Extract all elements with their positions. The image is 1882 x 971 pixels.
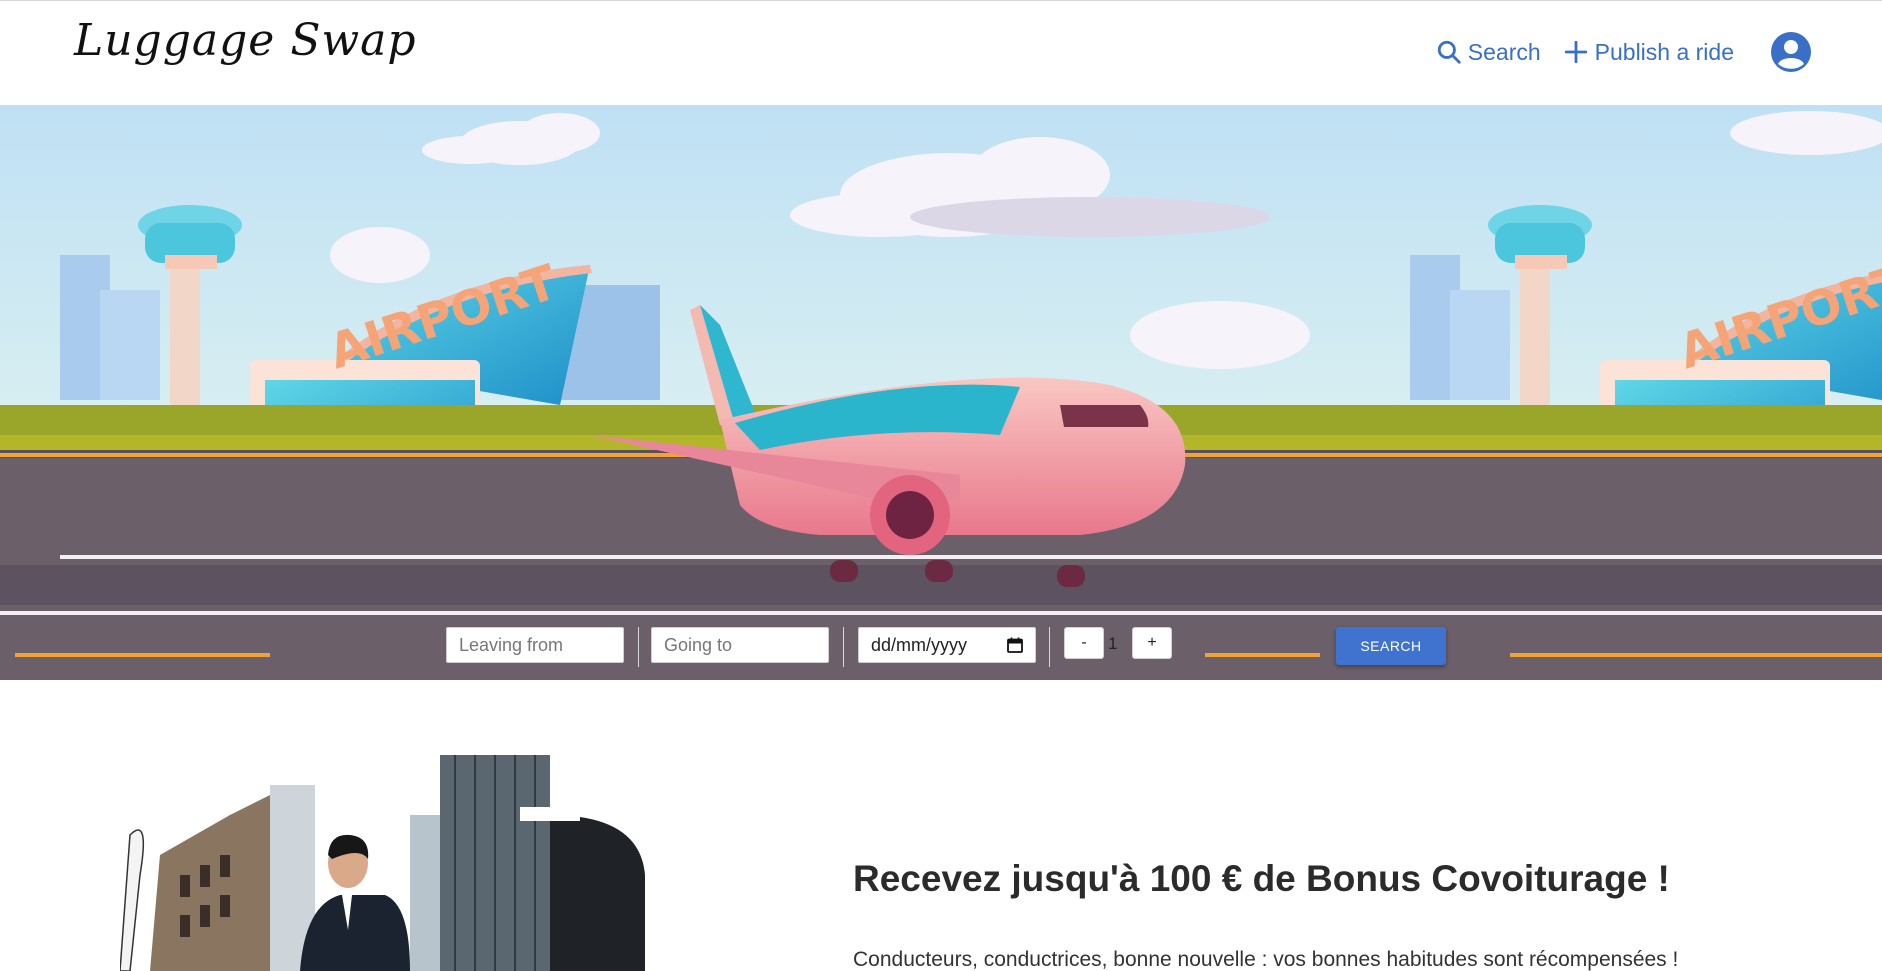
nav-publish-label: Publish a ride [1594, 38, 1734, 65]
hero-banner: AIRPORT AIRPORT Leaving from Going to dd… [0, 105, 1882, 680]
search-icon [1437, 40, 1461, 64]
search-submit-button[interactable]: SEARCH [1336, 627, 1446, 665]
top-navbar: Luggage Swap Search Publish a ride [0, 0, 1882, 105]
ride-search-form: dd/mm/yyyy - 1 + SEARCH [0, 620, 1882, 670]
field-divider [638, 627, 639, 667]
main-nav: Search Publish a ride [1436, 31, 1812, 73]
airport-illustration: AIRPORT AIRPORT [0, 105, 1882, 680]
promo-text: Conducteurs, conductrices, bonne nouvell… [853, 948, 1679, 971]
nav-search-link[interactable]: Search [1436, 39, 1541, 66]
calendar-icon[interactable] [1007, 637, 1023, 653]
date-placeholder: dd/mm/yyyy [871, 634, 968, 655]
site-logo[interactable]: Luggage Swap [74, 15, 417, 66]
promo-title: Recevez jusqu'à 100 € de Bonus Covoitura… [853, 858, 1670, 899]
field-divider [1049, 627, 1050, 667]
leaving-from-input[interactable] [446, 627, 624, 663]
passenger-decrement-button[interactable]: - [1064, 627, 1104, 659]
nav-search-label: Search [1467, 38, 1541, 65]
passenger-increment-button[interactable]: + [1132, 627, 1172, 659]
passenger-count: 1 [1108, 634, 1118, 653]
date-input[interactable]: dd/mm/yyyy [858, 627, 1036, 663]
nav-publish-link[interactable]: Publish a ride [1563, 39, 1734, 66]
user-circle-icon[interactable] [1770, 31, 1812, 73]
going-to-input[interactable] [651, 627, 829, 663]
plus-icon [1564, 40, 1587, 64]
businessman-city-illustration [120, 755, 650, 971]
field-divider [843, 627, 844, 667]
